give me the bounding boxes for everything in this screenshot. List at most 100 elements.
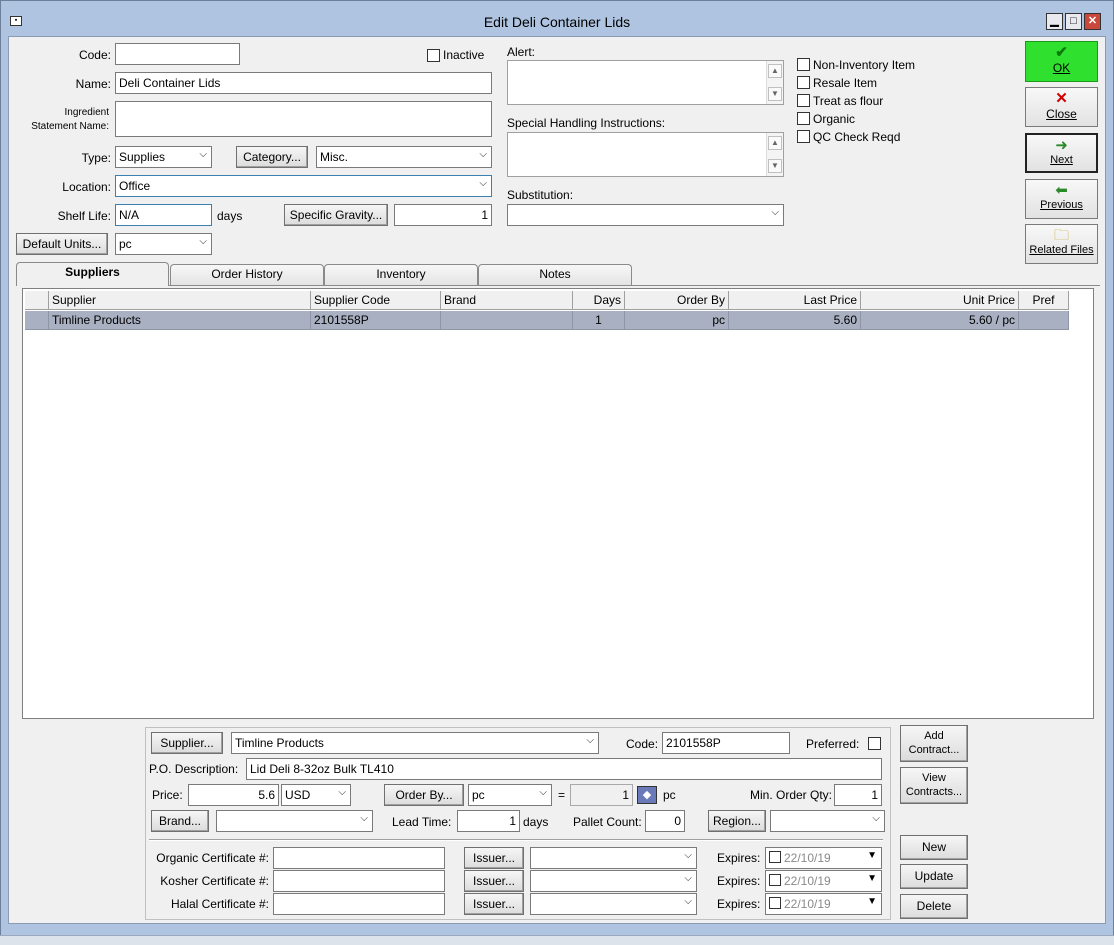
col-header-unit-price[interactable]: Unit Price [861,291,1019,310]
supplier-select[interactable]: Timline Products ⌵ [231,732,599,754]
name-field[interactable]: Deli Container Lids [115,72,492,94]
preferred-checkbox[interactable] [868,737,881,750]
region-button[interactable]: Region... [708,810,766,832]
kosher-expires-date[interactable]: 22/10/19 ▼ [765,870,882,892]
chevron-down-icon: ▼ [867,850,877,861]
currency-select[interactable]: USD ⌵ [281,784,351,806]
brand-button[interactable]: Brand... [151,810,209,832]
tab-order-history[interactable]: Order History [170,264,324,285]
tab-suppliers[interactable]: Suppliers [16,262,169,286]
region-select[interactable]: ⌵ [770,810,885,832]
suppliers-grid[interactable]: Supplier Supplier Code Brand Days Order … [22,288,1094,719]
category-button[interactable]: Category... [236,146,308,168]
cell-pref[interactable] [1019,311,1069,330]
detail-code-field[interactable]: 2101558P [662,732,790,754]
inactive-checkbox[interactable] [427,49,440,62]
ok-button[interactable]: ✔ OK [1025,41,1098,82]
organic-checkbox[interactable] [797,112,810,125]
supplier-button[interactable]: Supplier... [151,732,223,754]
cell-supplier[interactable]: Timline Products [49,311,311,330]
cell-brand[interactable] [441,311,573,330]
code-field[interactable] [115,43,240,65]
cell-days[interactable]: 1 [573,311,625,330]
resale-checkbox[interactable] [797,76,810,89]
halal-expires-date[interactable]: 22/10/19 ▼ [765,893,882,915]
col-header-brand[interactable]: Brand [441,291,573,310]
close-button[interactable]: ✕ Close [1025,87,1098,127]
col-header-supplier-code[interactable]: Supplier Code [311,291,441,310]
special-handling-textarea[interactable]: ▲ ▼ [507,132,784,177]
add-contract-button[interactable]: Add Contract... [900,725,968,762]
shelf-life-field[interactable]: N/A [115,204,212,226]
tab-notes[interactable]: Notes [478,264,632,285]
chevron-down-icon: ▼ [867,873,877,884]
col-header-last-price[interactable]: Last Price [729,291,861,310]
default-units-button[interactable]: Default Units... [16,233,108,255]
special-handling-label: Special Handling Instructions: [507,116,666,130]
qc-check-checkbox[interactable] [797,130,810,143]
price-field[interactable]: 5.6 [188,784,279,806]
min-order-label: Min. Order Qty: [750,788,833,802]
alert-textarea[interactable]: ▲ ▼ [507,60,784,105]
treat-as-flour-checkbox[interactable] [797,94,810,107]
lead-time-field[interactable]: 1 [457,810,520,832]
location-select[interactable]: Office ⌵ [115,175,492,197]
organic-cert-field[interactable] [273,847,445,869]
kosher-cert-field[interactable] [273,870,445,892]
previous-button[interactable]: ⬅ Previous [1025,179,1098,219]
halal-cert-field[interactable] [273,893,445,915]
delete-button[interactable]: Delete [900,894,968,919]
kosher-expires-checkbox[interactable] [769,874,781,886]
col-header-supplier[interactable]: Supplier [49,291,311,310]
alert-scrollbar[interactable]: ▲ ▼ [766,61,783,104]
kosher-issuer-button[interactable]: Issuer... [464,870,524,892]
kosher-issuer-select[interactable]: ⌵ [530,870,697,892]
organic-issuer-select[interactable]: ⌵ [530,847,697,869]
scroll-up-icon[interactable]: ▲ [768,64,782,78]
po-description-label: P.O. Description: [149,762,239,776]
scroll-down-icon[interactable]: ▼ [768,159,782,173]
row-selector[interactable] [25,311,49,330]
cell-supplier-code[interactable]: 2101558P [311,311,441,330]
cell-order-by[interactable]: pc [625,311,729,330]
new-button[interactable]: New [900,835,968,860]
tab-inventory[interactable]: Inventory [324,264,478,285]
calculator-icon[interactable]: ◆ [637,786,657,804]
halal-expires-checkbox[interactable] [769,897,781,909]
special-handling-scrollbar[interactable]: ▲ ▼ [766,133,783,176]
ingredient-statement-field[interactable] [115,101,492,137]
category-select[interactable]: Misc. ⌵ [316,146,492,168]
order-by-button[interactable]: Order By... [384,784,464,806]
col-header-pref[interactable]: Pref [1019,291,1069,310]
scroll-up-icon[interactable]: ▲ [768,136,782,150]
type-select[interactable]: Supplies ⌵ [115,146,212,168]
maximize-button[interactable]: □ [1065,13,1082,30]
close-window-button[interactable]: ✕ [1084,13,1101,30]
organic-issuer-button[interactable]: Issuer... [464,847,524,869]
order-by-select[interactable]: pc ⌵ [468,784,552,806]
organic-expires-date[interactable]: 22/10/19 ▼ [765,847,882,869]
view-contracts-button[interactable]: View Contracts... [900,767,968,804]
minimize-button[interactable]: ▁ [1046,13,1063,30]
brand-select[interactable]: ⌵ [216,810,373,832]
update-button[interactable]: Update [900,864,968,889]
col-header-days[interactable]: Days [573,291,625,310]
related-files-button[interactable]: 🗀 Related Files [1025,224,1098,264]
halal-issuer-select[interactable]: ⌵ [530,893,697,915]
halal-issuer-button[interactable]: Issuer... [464,893,524,915]
non-inventory-checkbox[interactable] [797,58,810,71]
pallet-count-field[interactable]: 0 [645,810,685,832]
next-button[interactable]: ➜ Next [1025,133,1098,173]
specific-gravity-button[interactable]: Specific Gravity... [284,204,388,226]
min-order-field[interactable]: 1 [834,784,882,806]
substitution-select[interactable]: ⌵ [507,204,784,226]
specific-gravity-field[interactable]: 1 [394,204,492,226]
col-header-order-by[interactable]: Order By [625,291,729,310]
cell-last-price[interactable]: 5.60 [729,311,861,330]
scroll-down-icon[interactable]: ▼ [768,87,782,101]
cell-unit-price[interactable]: 5.60 / pc [861,311,1019,330]
po-description-field[interactable]: Lid Deli 8-32oz Bulk TL410 [246,758,882,780]
default-units-select[interactable]: pc ⌵ [115,233,212,255]
organic-expires-checkbox[interactable] [769,851,781,863]
chevron-down-icon: ⌵ [771,207,779,218]
